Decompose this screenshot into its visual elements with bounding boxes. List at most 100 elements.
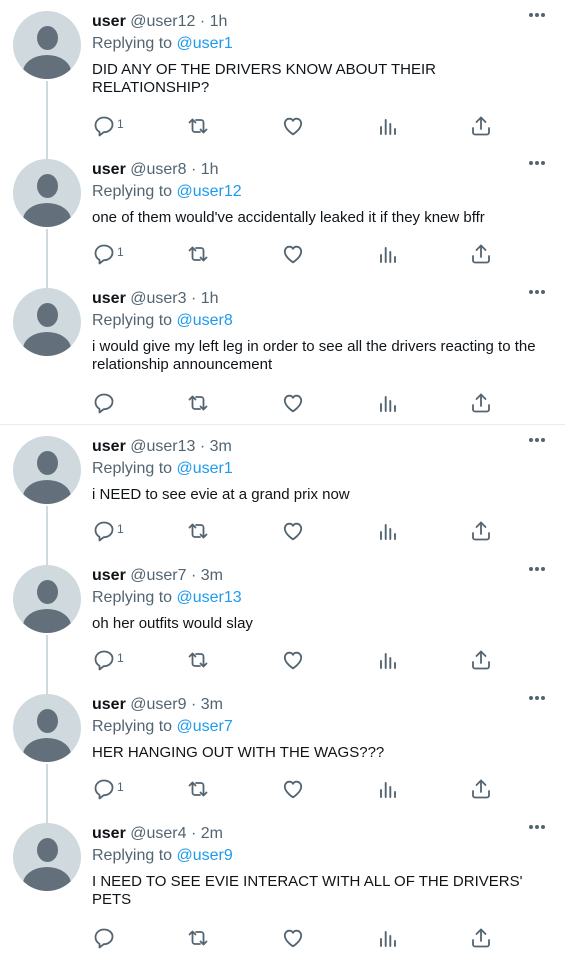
more-options-icon[interactable]: [527, 562, 547, 576]
action-bar: 1: [92, 114, 512, 138]
reply-button[interactable]: 1: [92, 519, 124, 543]
views-button[interactable]: [376, 242, 400, 266]
retweet-button[interactable]: [186, 391, 210, 415]
avatar[interactable]: [13, 11, 81, 79]
reply-mention-link[interactable]: @user12: [177, 183, 242, 200]
retweet-button[interactable]: [186, 519, 210, 543]
views-button[interactable]: [376, 391, 400, 415]
reply-mention-link[interactable]: @user1: [177, 35, 233, 52]
tweet[interactable]: user @user13 · 3m Replying to @user1 i N…: [0, 425, 565, 555]
more-options-icon[interactable]: [527, 156, 547, 170]
retweet-button[interactable]: [186, 777, 210, 801]
reply-mention-link[interactable]: @user1: [177, 460, 233, 477]
views-button[interactable]: [376, 648, 400, 672]
timestamp[interactable]: 1h: [210, 13, 228, 30]
tweet-text: DID ANY OF THE DRIVERS KNOW ABOUT THEIR …: [92, 61, 436, 96]
tweet-text: I NEED TO SEE EVIE INTERACT WITH ALL OF …: [92, 873, 523, 908]
reply-button[interactable]: 1: [92, 114, 124, 138]
avatar[interactable]: [13, 694, 81, 762]
display-name[interactable]: user: [92, 438, 126, 455]
like-button[interactable]: [281, 648, 305, 672]
username[interactable]: @user13: [130, 438, 195, 455]
avatar[interactable]: [13, 159, 81, 227]
like-button[interactable]: [281, 777, 305, 801]
username[interactable]: @user9: [130, 696, 186, 713]
avatar[interactable]: [13, 436, 81, 504]
tweet[interactable]: user @user3 · 1h Replying to @user8 i wo…: [0, 277, 565, 424]
share-button[interactable]: [469, 926, 493, 950]
username[interactable]: @user7: [130, 567, 186, 584]
reply-button[interactable]: [92, 391, 117, 415]
username[interactable]: @user3: [130, 290, 186, 307]
share-icon: [472, 650, 490, 670]
reply-button[interactable]: 1: [92, 648, 124, 672]
reply-mention-link[interactable]: @user8: [177, 312, 233, 329]
like-button[interactable]: [281, 519, 305, 543]
reply-button[interactable]: 1: [92, 777, 124, 801]
like-button[interactable]: [281, 391, 305, 415]
like-button[interactable]: [281, 926, 305, 950]
tweet[interactable]: user @user7 · 3m Replying to @user13 oh …: [0, 554, 565, 684]
views-button[interactable]: [376, 519, 400, 543]
retweet-button[interactable]: [186, 926, 210, 950]
display-name[interactable]: user: [92, 161, 126, 178]
reply-mention-link[interactable]: @user13: [177, 589, 242, 606]
tweet-header: user @user3 · 1h: [92, 289, 219, 309]
share-button[interactable]: [469, 391, 493, 415]
like-button[interactable]: [281, 242, 305, 266]
replying-to-label: Replying to: [92, 183, 173, 200]
avatar[interactable]: [13, 823, 81, 891]
username[interactable]: @user12: [130, 13, 195, 30]
reply-count: 1: [117, 780, 124, 794]
separator: ·: [199, 13, 206, 30]
timestamp[interactable]: 3m: [201, 696, 223, 713]
username[interactable]: @user8: [130, 161, 186, 178]
retweet-button[interactable]: [186, 114, 210, 138]
share-button[interactable]: [469, 777, 493, 801]
tweet-text: one of them would've accidentally leaked…: [92, 209, 485, 226]
more-options-icon[interactable]: [527, 433, 547, 447]
display-name[interactable]: user: [92, 696, 126, 713]
timestamp[interactable]: 1h: [201, 161, 219, 178]
more-options-icon[interactable]: [527, 285, 547, 299]
timestamp[interactable]: 1h: [201, 290, 219, 307]
reply-mention-link[interactable]: @user9: [177, 847, 233, 864]
reply-button[interactable]: 1: [92, 242, 124, 266]
more-options-icon[interactable]: [527, 691, 547, 705]
reply-count: 1: [117, 117, 124, 131]
retweet-button[interactable]: [186, 648, 210, 672]
share-button[interactable]: [469, 114, 493, 138]
username[interactable]: @user4: [130, 825, 186, 842]
display-name[interactable]: user: [92, 825, 126, 842]
share-button[interactable]: [469, 519, 493, 543]
display-name[interactable]: user: [92, 567, 126, 584]
heart-icon: [283, 929, 303, 948]
share-button[interactable]: [469, 648, 493, 672]
timestamp[interactable]: 3m: [210, 438, 232, 455]
timestamp[interactable]: 2m: [201, 825, 223, 842]
tweet[interactable]: user @user9 · 3m Replying to @user7 HER …: [0, 683, 565, 813]
reply-icon: [94, 650, 114, 671]
reply-icon: [94, 393, 114, 414]
tweet[interactable]: user @user12 · 1h Replying to @user1 DID…: [0, 0, 565, 150]
reply-button[interactable]: [92, 926, 117, 950]
tweet[interactable]: user @user8 · 1h Replying to @user12 one…: [0, 148, 565, 278]
views-button[interactable]: [376, 114, 400, 138]
replying-to: Replying to @user7: [92, 717, 233, 737]
separator: ·: [190, 161, 197, 178]
share-button[interactable]: [469, 242, 493, 266]
tweet[interactable]: user @user4 · 2m Replying to @user9 I NE…: [0, 812, 565, 960]
views-button[interactable]: [376, 777, 400, 801]
more-options-icon[interactable]: [527, 8, 547, 22]
like-button[interactable]: [281, 114, 305, 138]
share-icon: [472, 521, 490, 541]
avatar[interactable]: [13, 565, 81, 633]
timestamp[interactable]: 3m: [201, 567, 223, 584]
views-button[interactable]: [376, 926, 400, 950]
display-name[interactable]: user: [92, 290, 126, 307]
more-options-icon[interactable]: [527, 820, 547, 834]
reply-mention-link[interactable]: @user7: [177, 718, 233, 735]
display-name[interactable]: user: [92, 13, 126, 30]
avatar[interactable]: [13, 288, 81, 356]
retweet-button[interactable]: [186, 242, 210, 266]
